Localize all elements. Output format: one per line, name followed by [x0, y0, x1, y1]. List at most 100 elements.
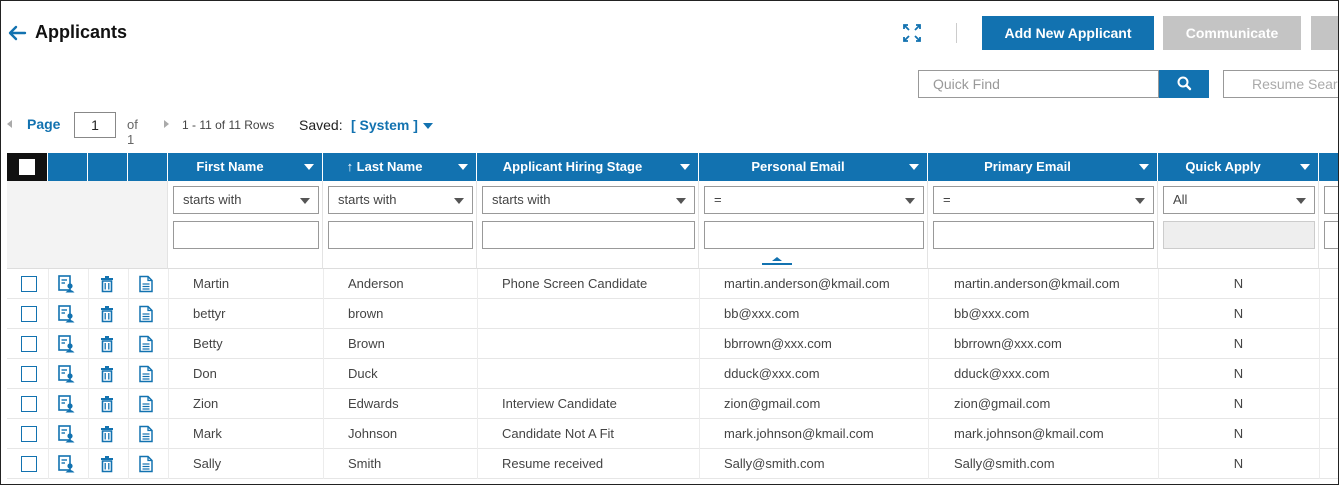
column-divider — [323, 299, 324, 329]
cell-primary: dduck@xxx.com — [954, 366, 1050, 381]
document-icon[interactable] — [137, 305, 155, 323]
applicant-profile-icon[interactable] — [57, 365, 75, 383]
column-header-personal-email[interactable]: Personal Email — [699, 153, 928, 181]
trash-icon[interactable] — [98, 365, 116, 383]
cell-first: bettyr — [193, 306, 226, 321]
table-row[interactable]: Don Duck dduck@xxx.com dduck@xxx.com N — [7, 359, 1338, 389]
select-all-checkbox[interactable] — [19, 159, 35, 175]
chevron-down-icon[interactable] — [423, 123, 433, 129]
applicant-profile-icon[interactable] — [57, 335, 75, 353]
column-divider — [323, 389, 324, 419]
first-name-filter-input[interactable] — [173, 221, 319, 249]
primary-email-operator-select[interactable]: = — [933, 186, 1154, 214]
primary-email-filter-input[interactable] — [933, 221, 1154, 249]
cell-first: Sally — [193, 456, 222, 471]
row-checkbox[interactable] — [21, 456, 37, 472]
page-number-input[interactable]: 1 — [74, 112, 116, 138]
add-new-applicant-button[interactable]: Add New Applicant — [982, 16, 1154, 50]
operator-value: starts with — [492, 192, 551, 207]
column-divider — [128, 329, 129, 359]
applicant-profile-icon[interactable] — [57, 455, 75, 473]
row-checkbox[interactable] — [21, 366, 37, 382]
applicant-profile-icon[interactable] — [57, 425, 75, 443]
document-icon[interactable] — [137, 455, 155, 473]
last-name-filter-input[interactable] — [328, 221, 473, 249]
personal-email-operator-select[interactable]: = — [704, 186, 924, 214]
first-name-operator-select[interactable]: starts with — [173, 186, 319, 214]
table-row[interactable]: bettyr brown bb@xxx.com bb@xxx.com N — [7, 299, 1338, 329]
table-row[interactable]: Mark Johnson Candidate Not A Fit mark.johns… — [7, 419, 1338, 449]
column-menu-icon[interactable] — [1300, 164, 1310, 170]
column-header-primary-email[interactable]: Primary Email — [928, 153, 1158, 181]
column-header-first-name[interactable]: First Name — [168, 153, 323, 181]
row-checkbox[interactable] — [21, 276, 37, 292]
cell-personal: martin.anderson@kmail.com — [724, 276, 890, 291]
table-row[interactable]: Martin Anderson Phone Screen Candidate mart… — [7, 269, 1338, 299]
applicant-profile-icon[interactable] — [57, 305, 75, 323]
column-divider — [128, 389, 129, 419]
next-operator-select[interactable] — [1324, 186, 1338, 214]
row-count: 1 - 11 of 11 Rows — [182, 118, 275, 132]
header-divider — [956, 23, 957, 43]
hiring-stage-operator-select[interactable]: starts with — [482, 186, 695, 214]
page-title: Applicants — [35, 22, 128, 42]
operator-value: starts with — [183, 192, 242, 207]
communicate-button[interactable]: Communicate — [1163, 16, 1301, 50]
cell-quick: N — [1233, 276, 1244, 291]
column-header-hiring-stage[interactable]: Applicant Hiring Stage — [477, 153, 699, 181]
next-filter-input[interactable] — [1324, 221, 1338, 249]
cell-quick: N — [1233, 366, 1244, 381]
column-menu-icon[interactable] — [909, 164, 919, 170]
column-divider — [477, 299, 478, 329]
trash-icon[interactable] — [98, 275, 116, 293]
quick-find-search-button[interactable] — [1159, 70, 1209, 98]
cell-quick: N — [1233, 396, 1244, 411]
applicant-profile-icon[interactable] — [57, 275, 75, 293]
last-name-operator-select[interactable]: starts with — [328, 186, 473, 214]
column-header-quick-apply[interactable]: Quick Apply — [1158, 153, 1319, 181]
column-menu-icon[interactable] — [458, 164, 468, 170]
expand-icon[interactable] — [902, 23, 922, 43]
column-divider — [928, 269, 929, 299]
header-action-col — [128, 153, 168, 181]
row-checkbox[interactable] — [21, 426, 37, 442]
document-icon[interactable] — [137, 335, 155, 353]
document-icon[interactable] — [137, 425, 155, 443]
personal-email-filter-input[interactable] — [704, 221, 924, 249]
quick-apply-select[interactable]: All — [1163, 186, 1315, 214]
trash-icon[interactable] — [98, 425, 116, 443]
applicant-profile-icon[interactable] — [57, 395, 75, 413]
chevron-down-icon — [905, 198, 915, 204]
column-menu-icon[interactable] — [680, 164, 690, 170]
cell-personal: mark.johnson@kmail.com — [724, 426, 874, 441]
row-checkbox[interactable] — [21, 336, 37, 352]
column-header-last-name[interactable]: ↑ Last Name — [323, 153, 477, 181]
resume-search-button[interactable]: Resume Search — [1223, 70, 1338, 98]
trash-icon[interactable] — [98, 455, 116, 473]
column-menu-icon[interactable] — [1139, 164, 1149, 170]
collapse-filter-icon[interactable] — [762, 257, 792, 265]
back-arrow-icon[interactable] — [7, 23, 27, 43]
cell-personal: Sally@smith.com — [724, 456, 825, 471]
trash-icon[interactable] — [98, 395, 116, 413]
cell-stage: Candidate Not A Fit — [502, 426, 615, 441]
document-icon[interactable] — [137, 365, 155, 383]
table-row[interactable]: Zion Edwards Interview Candidate zion@gmail… — [7, 389, 1338, 419]
saved-view-dropdown[interactable]: [ System ] — [351, 117, 418, 133]
column-menu-icon[interactable] — [304, 164, 314, 170]
hiring-stage-filter-input[interactable] — [482, 221, 695, 249]
prev-page-icon[interactable] — [7, 120, 12, 128]
column-divider — [168, 329, 169, 359]
trash-icon[interactable] — [98, 335, 116, 353]
row-checkbox[interactable] — [21, 396, 37, 412]
quick-find-input[interactable]: Quick Find — [918, 70, 1159, 98]
trash-icon[interactable] — [98, 305, 116, 323]
table-row[interactable]: Betty Brown bbrrown@xxx.com bbrrown@xxx.com… — [7, 329, 1338, 359]
table-row[interactable]: Sally Smith Resume received Sally@smith.com… — [7, 449, 1338, 479]
more-button[interactable] — [1311, 16, 1338, 50]
document-icon[interactable] — [137, 275, 155, 293]
document-icon[interactable] — [137, 395, 155, 413]
next-page-icon[interactable] — [164, 120, 169, 128]
filter-personal-email: = — [699, 181, 928, 269]
row-checkbox[interactable] — [21, 306, 37, 322]
